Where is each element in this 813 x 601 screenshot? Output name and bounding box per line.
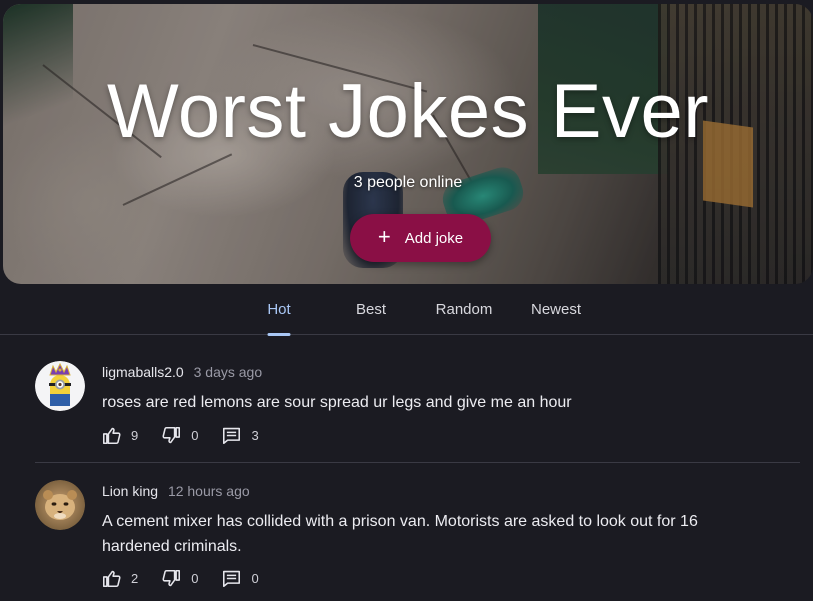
comment-button[interactable]: 0 [222,570,259,587]
tab-label: Best [355,301,386,318]
tab-random[interactable]: Random [429,284,499,335]
joke-post: ligmaballs2.0 3 days ago roses are red l… [35,361,800,451]
post-actions: 9 0 3 [102,427,283,444]
hero-banner: Worst Jokes Ever 3 people online + Add j… [3,4,813,284]
active-tab-indicator [267,333,291,336]
like-count: 9 [131,428,139,443]
dislike-count: 0 [191,571,199,586]
post-time: 12 hours ago [167,483,250,499]
post-actions: 2 0 0 [102,570,283,587]
dislike-button[interactable]: 0 [162,570,198,587]
comment-icon [223,427,241,444]
thumbs-up-icon [103,570,121,587]
post-time: 3 days ago [193,364,263,380]
tab-label: Random [435,301,493,318]
thumbs-up-icon [103,427,121,444]
author-name[interactable]: ligmaballs2.0 [102,364,184,380]
dislike-button[interactable]: 0 [162,427,198,444]
comment-icon [223,570,241,587]
author-name[interactable]: Lion king [102,483,158,499]
page-title: Worst Jokes Ever [106,69,710,154]
minion-with-crown-avatar [35,361,85,411]
plus-icon: + [377,224,391,249]
tab-best[interactable]: Best [345,284,397,335]
post-meta: ligmaballs2.0 3 days ago [102,364,262,380]
online-count: 3 people online [353,174,463,191]
like-count: 2 [131,571,139,586]
add-joke-label: Add joke [404,229,464,247]
post-divider [35,462,800,463]
joke-text: roses are red lemons are sour spread ur … [102,394,572,411]
comment-count: 3 [251,428,259,443]
tab-label: Newest [530,301,582,318]
like-button[interactable]: 2 [102,570,138,587]
tab-newest[interactable]: Newest [524,284,588,335]
dislike-count: 0 [191,428,199,443]
add-joke-button[interactable]: + Add joke [350,214,491,262]
joke-text: A cement mixer has collided with a priso… [102,513,698,555]
comment-button[interactable]: 3 [222,427,259,444]
sort-tabs: Hot Best Random Newest [0,284,813,336]
lion-cub-avatar [35,480,85,530]
comment-count: 0 [251,571,259,586]
thumbs-down-icon [162,570,181,587]
avatar[interactable] [35,480,85,530]
avatar[interactable] [35,361,85,411]
like-button[interactable]: 9 [102,427,138,444]
tab-hot[interactable]: Hot [255,284,303,336]
thumbs-down-icon [162,427,181,444]
tab-label: Hot [267,301,291,318]
joke-post: Lion king 12 hours ago A cement mixer ha… [35,480,800,595]
post-meta: Lion king 12 hours ago [102,483,250,499]
